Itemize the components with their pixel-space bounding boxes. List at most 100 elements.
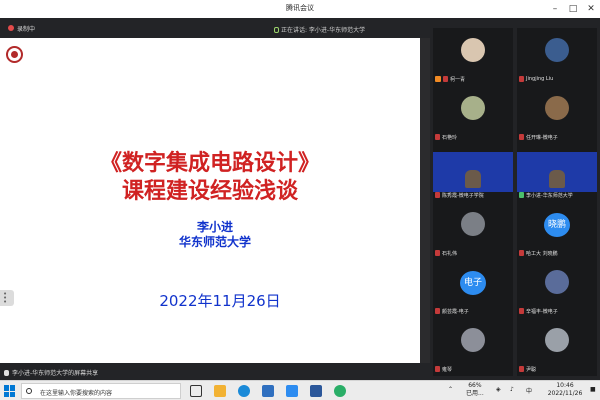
mic-muted-icon: [519, 366, 524, 372]
recording-indicator[interactable]: 录制中: [8, 22, 35, 34]
participant-tile[interactable]: 石艳玲: [433, 86, 513, 144]
participant-name: 雍琴: [442, 366, 453, 373]
edge-icon[interactable]: [238, 385, 250, 397]
tray-chevron-icon[interactable]: ⌃: [448, 386, 453, 393]
meeting-window: 腾讯会议 – □ ✕ 录制中 正在讲话: 李小进-华东师范大学 《数字集成电路设…: [0, 0, 600, 400]
speaking-label: 正在讲话: 李小进-华东师范大学: [281, 27, 366, 34]
taskbar-clock[interactable]: 10:46 2022/11/26: [544, 382, 586, 398]
participant-name-row: 石艳玲: [435, 133, 457, 141]
title-bar: 腾讯会议 – □ ✕: [0, 0, 600, 18]
participant-avatar: [545, 96, 569, 120]
participant-avatar: 电子: [460, 271, 486, 295]
raise-hand-icon: [435, 76, 441, 82]
ime-indicator[interactable]: 中: [526, 386, 532, 395]
mic-muted-icon: [519, 308, 524, 314]
participant-tile[interactable]: 柯一青: [433, 28, 513, 86]
participant-name-row: Jingjing Liu: [519, 75, 553, 83]
mic-muted-icon: [435, 250, 440, 256]
slide-title-line2: 课程建设经验浅谈: [121, 179, 298, 204]
participant-tile[interactable]: 晓鹏哈工大 刘晓鹏: [517, 202, 597, 260]
participant-name: Jingjing Liu: [526, 76, 554, 82]
recording-label: 录制中: [17, 25, 36, 33]
mic-muted-icon: [519, 250, 524, 256]
participant-avatar: [461, 96, 485, 120]
presenter-bar: 李小进-华东师范大学的屏幕共享: [0, 363, 430, 380]
wechat-icon[interactable]: [334, 385, 346, 397]
battery-status: 已用...: [466, 390, 484, 397]
mic-muted-icon: [435, 366, 440, 372]
participant-name: 石艳玲: [442, 134, 458, 141]
participant-tile[interactable]: 陈秀霞-微电子学院: [433, 144, 513, 202]
participant-name: 尹聪: [526, 366, 537, 373]
participant-video-person: [465, 170, 481, 188]
participant-tile[interactable]: Jingjing Liu: [517, 28, 597, 86]
network-icon[interactable]: ◈: [496, 386, 501, 393]
mic-muted-icon: [443, 76, 448, 82]
minimize-icon[interactable]: –: [548, 2, 562, 16]
participant-name-row: 颜芸霞-电子: [435, 307, 469, 315]
participant-name: 任开琳-微电子: [526, 134, 558, 141]
mic-muted-icon: [435, 308, 440, 314]
participant-name-row: 李小进-华东师范大学: [519, 191, 573, 199]
participant-name: 李小进-华东师范大学: [526, 192, 573, 199]
participant-avatar: [461, 38, 485, 62]
notification-icon[interactable]: ■: [590, 386, 596, 393]
participant-tile[interactable]: 雍琴: [433, 318, 513, 376]
handle-grip-icon: • • •: [3, 290, 8, 306]
slide-date: 2022年11月26日: [159, 292, 281, 310]
participant-tile[interactable]: 辛福丰-微电子: [517, 260, 597, 318]
mic-muted-icon: [519, 134, 524, 140]
participant-name: 石礼伟: [442, 250, 458, 257]
shared-screen: 《数字集成电路设计》 课程建设经验浅谈 李小进 华东师范大学 2022年11月2…: [0, 38, 430, 363]
search-icon: [26, 388, 32, 394]
participant-name: 哈工大 刘晓鹏: [526, 250, 558, 257]
tencent-meeting-icon[interactable]: [286, 385, 298, 397]
slide: 《数字集成电路设计》 课程建设经验浅谈 李小进 华东师范大学 2022年11月2…: [0, 38, 420, 363]
battery-indicator[interactable]: 66% 已用...: [466, 382, 484, 398]
record-dot-icon: [8, 25, 14, 31]
participant-avatar: [461, 328, 485, 352]
speaking-indicator: 正在讲话: 李小进-华东师范大学: [274, 25, 365, 34]
mic-icon: [274, 27, 279, 33]
participant-tile[interactable]: 电子颜芸霞-电子: [433, 260, 513, 318]
participant-video: [433, 152, 513, 192]
participant-name-row: 柯一青: [435, 75, 465, 83]
close-icon[interactable]: ✕: [584, 2, 598, 16]
participant-name-row: 任开琳-微电子: [519, 133, 558, 141]
participant-name-row: 哈工大 刘晓鹏: [519, 249, 558, 257]
participant-name-row: 辛福丰-微电子: [519, 307, 558, 315]
participant-name: 柯一青: [450, 76, 466, 83]
mail-icon[interactable]: [262, 385, 274, 397]
participant-avatar: 晓鹏: [544, 213, 570, 237]
mic-icon: [4, 370, 9, 376]
participant-tile[interactable]: 李小进-华东师范大学: [517, 144, 597, 202]
university-logo-icon: [6, 46, 23, 63]
search-placeholder: 在这里输入你要搜索的内容: [40, 390, 113, 397]
window-title: 腾讯会议: [286, 4, 314, 12]
participant-avatar: [461, 212, 485, 236]
participant-name-row: 尹聪: [519, 365, 536, 373]
participant-name-row: 陈秀霞-微电子学院: [435, 191, 484, 199]
volume-icon[interactable]: ♪: [510, 386, 514, 393]
clock-date: 2022/11/26: [547, 390, 583, 397]
slide-organization: 华东师范大学: [178, 235, 251, 249]
maximize-icon[interactable]: □: [566, 2, 580, 16]
participant-tile[interactable]: 石礼伟: [433, 202, 513, 260]
participant-tile[interactable]: 任开琳-微电子: [517, 86, 597, 144]
participants-panel: 柯一青 Jingjing Liu 石艳玲 任开琳-微电子陈秀霞-微电子学院 李小进-华东…: [430, 18, 600, 380]
participant-avatar: [545, 328, 569, 352]
file-explorer-icon[interactable]: [214, 385, 226, 397]
windows-start-icon[interactable]: [4, 385, 16, 397]
word-icon[interactable]: [310, 385, 322, 397]
side-panel-handle[interactable]: • • •: [0, 290, 14, 306]
participant-video-person: [549, 170, 565, 188]
task-view-icon[interactable]: [190, 385, 202, 397]
participant-tile[interactable]: 尹聪: [517, 318, 597, 376]
windows-taskbar: 在这里输入你要搜索的内容 ⌃ 66% 已用... ◈ ♪ 中 10:46 202…: [0, 380, 600, 400]
participant-name: 颜芸霞-电子: [442, 308, 469, 315]
mic-muted-icon: [435, 134, 440, 140]
participant-name-row: 雍琴: [435, 365, 452, 373]
meeting-top-strip: 录制中 正在讲话: 李小进-华东师范大学: [0, 18, 430, 38]
taskbar-search-box[interactable]: 在这里输入你要搜索的内容: [21, 383, 181, 399]
mic-muted-icon: [519, 76, 524, 82]
